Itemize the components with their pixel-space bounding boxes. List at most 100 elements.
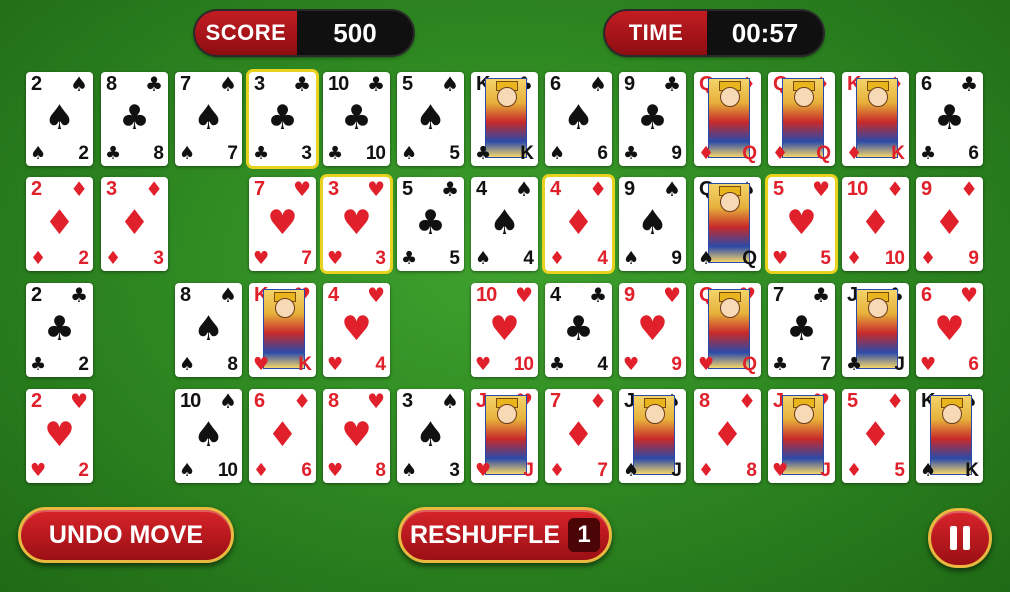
- diamond-icon: ♦: [698, 143, 715, 164]
- card[interactable]: 5 ♠ ♠ ♠ 5: [397, 72, 464, 166]
- club-icon: ♣: [846, 354, 863, 375]
- card-rank-top: 2: [31, 73, 42, 95]
- card[interactable]: 3 ♣ ♣ ♣ 3: [249, 72, 316, 166]
- spade-icon: ♠: [663, 177, 681, 201]
- card[interactable]: J♥♥J: [471, 389, 538, 483]
- card[interactable]: 2 ♥ ♥ ♥ 2: [26, 389, 93, 483]
- card[interactable]: 8 ♦ ♦ ♦ 8: [694, 389, 761, 483]
- card[interactable]: 7 ♣ ♣ ♣ 7: [768, 283, 835, 377]
- card[interactable]: 6 ♥ ♥ ♥ 6: [916, 283, 983, 377]
- card-rank-bottom: 9: [968, 248, 979, 269]
- diamond-icon: ♦: [119, 203, 150, 243]
- club-icon: ♣: [549, 354, 566, 375]
- card[interactable]: 5 ♦ ♦ ♦ 5: [842, 389, 909, 483]
- card[interactable]: J♠♠J: [619, 389, 686, 483]
- card[interactable]: 8 ♥ ♥ ♥ 8: [323, 389, 390, 483]
- club-icon: ♣: [772, 354, 789, 375]
- diamond-icon: ♦: [44, 203, 75, 243]
- card[interactable]: K♥♥K: [249, 283, 316, 377]
- card-rank-bottom: 3: [301, 143, 312, 164]
- card-rank-bottom: 9: [671, 143, 682, 164]
- card-rank-top: 2: [31, 178, 42, 200]
- card[interactable]: 3 ♥ ♥ ♥ 3: [323, 177, 390, 271]
- card[interactable]: K♠♠K: [916, 389, 983, 483]
- card[interactable]: 5 ♣ ♣ ♣ 5: [397, 177, 464, 271]
- card[interactable]: K♦♦K: [842, 72, 909, 166]
- heart-icon: ♥: [327, 460, 344, 481]
- card[interactable]: 10 ♦ ♦ ♦ 10: [842, 177, 909, 271]
- undo-move-button[interactable]: UNDO MOVE: [18, 507, 234, 563]
- card-rank-bottom: 8: [746, 460, 757, 481]
- diamond-icon: ♦: [549, 460, 566, 481]
- card[interactable]: 2 ♦ ♦ ♦ 2: [26, 177, 93, 271]
- card-rank-bottom: Q: [816, 143, 831, 164]
- card-rank-top: 10: [847, 178, 868, 200]
- heart-icon: ♥: [327, 248, 344, 269]
- card[interactable]: 9 ♣ ♣ ♣ 9: [619, 72, 686, 166]
- card[interactable]: 2 ♠ ♠ ♠ 2: [26, 72, 93, 166]
- diamond-icon: ♦: [105, 248, 122, 269]
- card[interactable]: 4 ♠ ♠ ♠ 4: [471, 177, 538, 271]
- card-rank-top: 2: [31, 284, 42, 306]
- club-icon: ♣: [44, 309, 75, 349]
- card[interactable]: 9 ♥ ♥ ♥ 9: [619, 283, 686, 377]
- card-rank-bottom: 9: [671, 354, 682, 375]
- face-card-portrait: [782, 395, 824, 475]
- face-card-portrait: [633, 395, 675, 475]
- card-rank-bottom: 6: [968, 143, 979, 164]
- card[interactable]: 10 ♠ ♠ ♠ 10: [175, 389, 242, 483]
- time-panel: TIME 00:57: [605, 11, 823, 55]
- card[interactable]: 6 ♣ ♣ ♣ 6: [916, 72, 983, 166]
- card[interactable]: 7 ♦ ♦ ♦ 7: [545, 389, 612, 483]
- card-rank-bottom: 4: [597, 248, 608, 269]
- club-icon: ♣: [441, 177, 459, 201]
- diamond-icon: ♦: [253, 460, 270, 481]
- spade-icon: ♠: [549, 143, 566, 164]
- card[interactable]: 2 ♣ ♣ ♣ 2: [26, 283, 93, 377]
- card[interactable]: 10 ♣ ♣ ♣ 10: [323, 72, 390, 166]
- pause-button[interactable]: [928, 508, 992, 568]
- card[interactable]: Q♥♥Q: [694, 283, 761, 377]
- card-rank-bottom: 4: [597, 354, 608, 375]
- card[interactable]: 4 ♦ ♦ ♦ 4: [545, 177, 612, 271]
- diamond-icon: ♦: [145, 177, 163, 201]
- spade-icon: ♠: [401, 143, 418, 164]
- face-card-portrait: [856, 289, 898, 369]
- card[interactable]: Q♦♦Q: [768, 72, 835, 166]
- spade-icon: ♠: [193, 98, 224, 138]
- diamond-icon: ♦: [920, 248, 937, 269]
- reshuffle-button[interactable]: RESHUFFLE 1: [398, 507, 612, 563]
- card[interactable]: 3 ♦ ♦ ♦ 3: [101, 177, 168, 271]
- card[interactable]: 8 ♣ ♣ ♣ 8: [101, 72, 168, 166]
- spade-icon: ♠: [219, 389, 237, 413]
- card[interactable]: 3 ♠ ♠ ♠ 3: [397, 389, 464, 483]
- club-icon: ♣: [415, 203, 446, 243]
- club-icon: ♣: [786, 309, 817, 349]
- card-rank-bottom: 2: [78, 354, 89, 375]
- card[interactable]: 6 ♠ ♠ ♠ 6: [545, 72, 612, 166]
- card-rank-bottom: 7: [597, 460, 608, 481]
- card[interactable]: J♥♥J: [768, 389, 835, 483]
- card[interactable]: Q♠♠Q: [694, 177, 761, 271]
- card-rank-bottom: J: [820, 460, 831, 481]
- card[interactable]: 5 ♥ ♥ ♥ 5: [768, 177, 835, 271]
- spade-icon: ♠: [920, 460, 937, 481]
- spade-icon: ♠: [489, 203, 520, 243]
- spade-icon: ♠: [70, 72, 88, 96]
- card[interactable]: 10 ♥ ♥ ♥ 10: [471, 283, 538, 377]
- card[interactable]: 7 ♠ ♠ ♠ 7: [175, 72, 242, 166]
- card[interactable]: 4 ♣ ♣ ♣ 4: [545, 283, 612, 377]
- card[interactable]: Q♦♦Q: [694, 72, 761, 166]
- card[interactable]: 7 ♥ ♥ ♥ 7: [249, 177, 316, 271]
- heart-icon: ♥: [253, 248, 270, 269]
- card[interactable]: 8 ♠ ♠ ♠ 8: [175, 283, 242, 377]
- card[interactable]: 9 ♠ ♠ ♠ 9: [619, 177, 686, 271]
- heart-icon: ♥: [327, 354, 344, 375]
- club-icon: ♣: [637, 98, 668, 138]
- card[interactable]: 9 ♦ ♦ ♦ 9: [916, 177, 983, 271]
- card[interactable]: K♣♣K: [471, 72, 538, 166]
- card[interactable]: J♣♣J: [842, 283, 909, 377]
- card[interactable]: 6 ♦ ♦ ♦ 6: [249, 389, 316, 483]
- card[interactable]: 4 ♥ ♥ ♥ 4: [323, 283, 390, 377]
- card-rank-bottom: Q: [742, 143, 757, 164]
